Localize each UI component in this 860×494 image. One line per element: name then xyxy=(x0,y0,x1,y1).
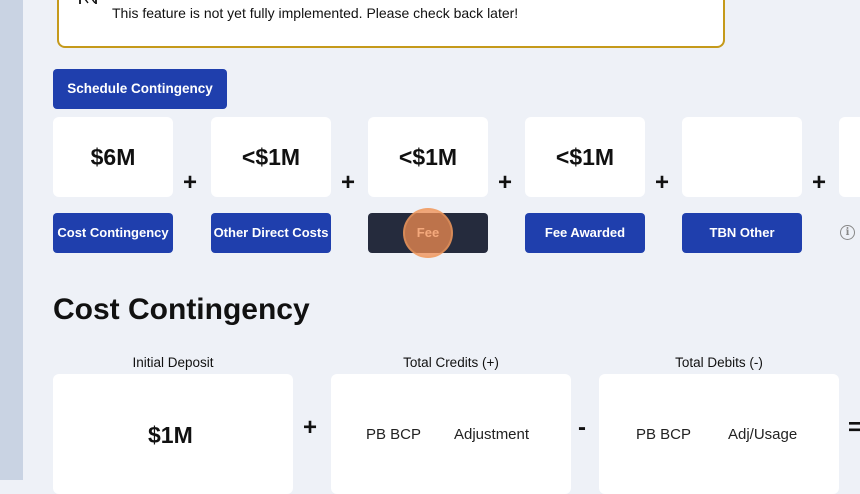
minus-operator: - xyxy=(578,414,586,441)
total-credits-label: Total Credits (+) xyxy=(403,355,499,370)
tbn-other-card xyxy=(682,117,802,197)
tbn-other-button[interactable]: TBN Other xyxy=(682,213,802,253)
total-credits-card: PB BCP Adjustment xyxy=(331,374,571,494)
total-debits-card: PB BCP Adj/Usage xyxy=(599,374,839,494)
click-indicator xyxy=(403,208,453,258)
credits-pb-bcp-label: PB BCP xyxy=(366,426,422,443)
fee-awarded-button[interactable]: Fee Awarded xyxy=(525,213,645,253)
initial-deposit-label: Initial Deposit xyxy=(132,355,214,370)
debits-pb-bcp-label: PB BCP xyxy=(636,426,692,443)
fee-value: <$1M xyxy=(398,143,458,170)
section-title: Cost Contingency xyxy=(53,293,310,326)
warning-banner: This feature is not yet fully implemente… xyxy=(57,0,725,48)
plus-operator: + xyxy=(341,169,356,196)
other-direct-costs-value: <$1M xyxy=(241,143,301,170)
fee-card: <$1M xyxy=(368,117,488,197)
other-direct-costs-button[interactable]: Other Direct Costs xyxy=(211,213,331,253)
initial-deposit-card: $1M xyxy=(53,374,293,494)
debits-adj-usage-label: Adj/Usage xyxy=(728,426,798,443)
partial-card xyxy=(839,117,860,197)
initial-deposit-value: $1M xyxy=(148,422,193,448)
other-direct-costs-card: <$1M xyxy=(211,117,331,197)
credits-adjustment-label: Adjustment xyxy=(454,426,530,443)
total-debits-label: Total Debits (-) xyxy=(675,355,763,370)
plus-operator: + xyxy=(183,169,198,196)
fee-awarded-value: <$1M xyxy=(555,143,615,170)
plus-operator: + xyxy=(498,169,513,196)
plus-operator: + xyxy=(812,169,827,196)
equals-operator: = xyxy=(848,414,860,441)
left-sidebar-rail xyxy=(0,0,23,480)
cost-contingency-value: $6M xyxy=(90,143,136,170)
fee-awarded-card: <$1M xyxy=(525,117,645,197)
info-icon[interactable]: i xyxy=(840,225,855,240)
banner-message: This feature is not yet fully implemente… xyxy=(112,5,519,21)
plus-operator: + xyxy=(303,414,318,441)
cost-contingency-button[interactable]: Cost Contingency xyxy=(53,213,173,253)
cost-contingency-card: $6M xyxy=(53,117,173,197)
plus-operator: + xyxy=(655,169,670,196)
schedule-contingency-button[interactable]: Schedule Contingency xyxy=(53,69,227,109)
construction-barrier-icon xyxy=(79,0,97,4)
